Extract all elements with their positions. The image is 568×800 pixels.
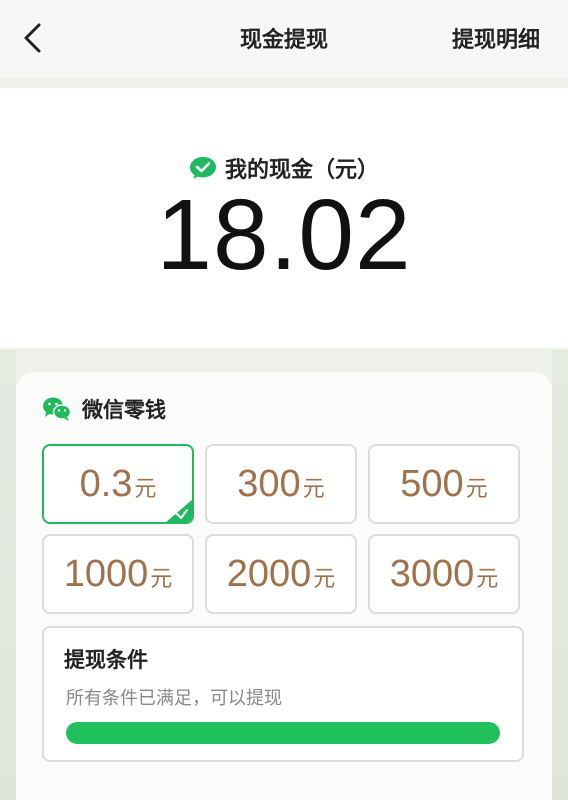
wallet-title: 微信零钱 (82, 398, 166, 422)
amount-unit: 元 (313, 567, 336, 592)
wechat-pay-check-icon (189, 157, 216, 179)
amount-options: 0.3 元 300 元 500 元 1000 元 2000 元 3000 元 (42, 444, 520, 614)
amount-option-500[interactable]: 500 元 (368, 444, 520, 524)
condition-description: 所有条件已满足，可以提现 (66, 688, 282, 709)
amount-value: 300 (237, 463, 301, 505)
amount-unit: 元 (465, 477, 488, 502)
condition-progress-fill (66, 722, 500, 744)
amount-unit: 元 (476, 567, 499, 592)
amount-value: 500 (400, 463, 464, 505)
amount-unit: 元 (134, 477, 157, 502)
amount-option-300[interactable]: 300 元 (205, 444, 357, 524)
amount-option-3000[interactable]: 3000 元 (368, 534, 520, 614)
amount-value: 1000 (63, 553, 149, 595)
amount-unit: 元 (302, 477, 325, 502)
chevron-left-icon (24, 23, 41, 53)
withdraw-condition-panel: 提现条件 所有条件已满足，可以提现 (42, 626, 524, 762)
amount-unit: 元 (150, 567, 173, 592)
balance-amount: 18.02 (156, 179, 412, 291)
amount-value: 2000 (226, 553, 312, 595)
amount-value: 3000 (389, 553, 475, 595)
withdraw-card: 微信零钱 0.3 元 300 元 500 元 1000 元 2000 元 300… (16, 372, 552, 800)
condition-title: 提现条件 (64, 648, 148, 672)
wallet-header: 微信零钱 (42, 394, 166, 424)
wechat-icon (43, 397, 72, 421)
condition-progress-bar (66, 722, 500, 744)
right-background-strip (552, 350, 568, 800)
amount-option-2000[interactable]: 2000 元 (205, 534, 357, 614)
top-bar: 现金提现 提现明细 (0, 0, 568, 78)
balance-card: 我的现金（元） 18.02 (0, 88, 568, 348)
left-background-strip (0, 350, 16, 800)
check-icon (176, 509, 188, 519)
amount-option-0-3[interactable]: 0.3 元 (42, 444, 194, 524)
amount-value: 0.3 (79, 463, 133, 505)
amount-option-1000[interactable]: 1000 元 (42, 534, 194, 614)
withdraw-details-link[interactable]: 提现明细 (452, 22, 540, 54)
back-button[interactable] (14, 20, 50, 56)
